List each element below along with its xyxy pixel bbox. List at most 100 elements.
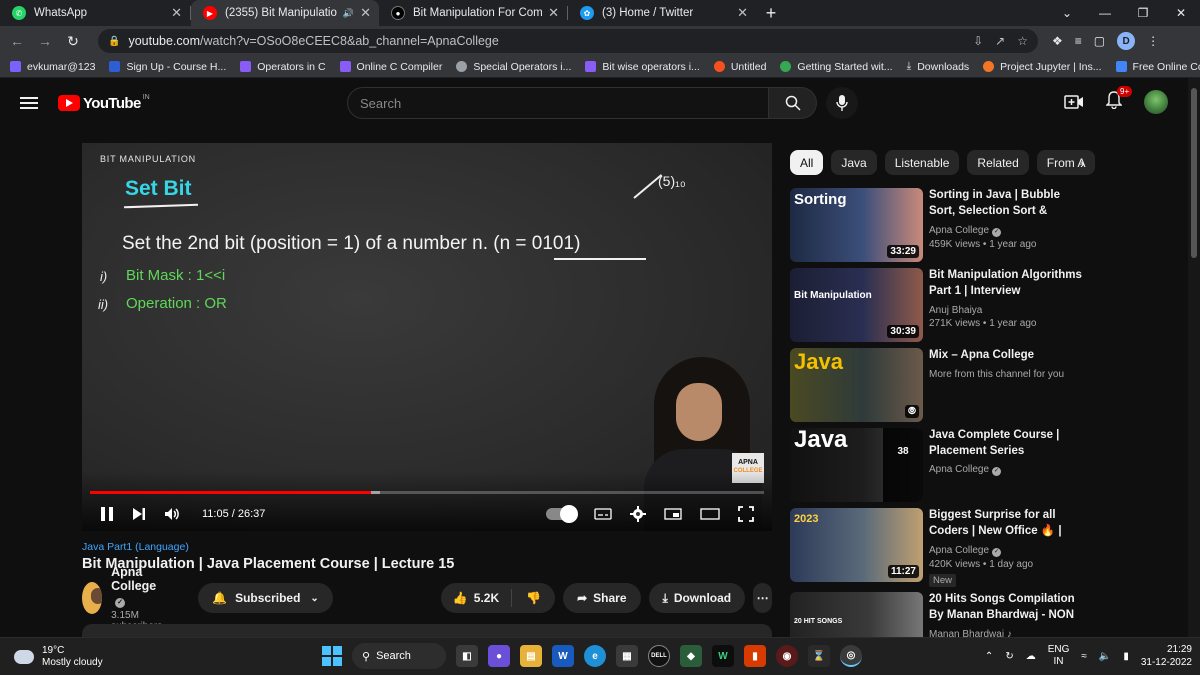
- pause-button[interactable]: [100, 506, 114, 522]
- share-icon[interactable]: ↗: [995, 34, 1005, 48]
- scrollbar-thumb[interactable]: [1191, 88, 1197, 258]
- bookmark-item[interactable]: ⤓ Downloads: [907, 60, 970, 73]
- rec-title[interactable]: 20 Hits Songs Compilation By Manan Bhard…: [929, 592, 1089, 624]
- video-thumbnail[interactable]: Java ⦾: [790, 348, 923, 422]
- tab-search-icon[interactable]: ⌄: [1048, 6, 1086, 20]
- account-avatar[interactable]: [1144, 90, 1168, 114]
- recommendation-item[interactable]: 2023 11:27 Biggest Surprise for all Code…: [790, 508, 1180, 592]
- bookmark-item[interactable]: Untitled: [713, 61, 766, 73]
- wifi-icon[interactable]: ≈: [1081, 651, 1087, 662]
- rec-title[interactable]: Bit Manipulation Algorithms Part 1 | Int…: [929, 268, 1089, 300]
- dell-icon[interactable]: DELL: [648, 645, 670, 667]
- video-thumbnail[interactable]: 2023 11:27: [790, 508, 923, 582]
- dislike-button[interactable]: 👎: [512, 591, 555, 605]
- rec-title[interactable]: Biggest Surprise for all Coders | New Of…: [929, 508, 1089, 540]
- close-icon[interactable]: ✕: [360, 5, 371, 21]
- video-thumbnail[interactable]: Java 38: [790, 428, 923, 502]
- install-icon[interactable]: ⇩: [973, 34, 983, 48]
- autoplay-toggle[interactable]: [546, 505, 578, 523]
- sync-icon[interactable]: ↻: [1005, 651, 1013, 662]
- recommendation-item[interactable]: Java ⦾ Mix – Apna College More from this…: [790, 348, 1180, 428]
- office-icon[interactable]: ▮: [744, 645, 766, 667]
- create-video-icon[interactable]: [1064, 94, 1084, 110]
- side-panel-icon[interactable]: ▢: [1094, 34, 1105, 48]
- share-button[interactable]: ➦ Share: [563, 583, 641, 613]
- bookmark-item[interactable]: Bit wise operators i...: [585, 61, 700, 73]
- rec-title[interactable]: Mix – Apna College: [929, 348, 1089, 364]
- speaker-icon[interactable]: 🔈: [1099, 651, 1111, 662]
- onedrive-icon[interactable]: ☁: [1026, 651, 1036, 662]
- extensions-icon[interactable]: ❖: [1052, 34, 1063, 48]
- more-actions-button[interactable]: ⋯: [753, 583, 772, 613]
- bookmark-item[interactable]: evkumar@123: [10, 61, 95, 73]
- bookmark-item[interactable]: Project Jupyter | Ins...: [983, 61, 1102, 73]
- bookmark-item[interactable]: Online C Compiler: [339, 61, 442, 73]
- download-button[interactable]: ⤓ Download: [648, 583, 746, 613]
- theater-mode-icon[interactable]: [700, 508, 720, 520]
- speaker-icon[interactable]: 🔊: [343, 8, 354, 19]
- recommendation-item[interactable]: Java 38 Java Complete Course | Placement…: [790, 428, 1180, 508]
- video-player[interactable]: BIT MANIPULATION Set Bit (5)₁₀ Set the 2…: [82, 143, 772, 531]
- word-icon[interactable]: W: [552, 645, 574, 667]
- video-thumbnail[interactable]: Sorting 33:29: [790, 188, 923, 262]
- rec-title[interactable]: Sorting in Java | Bubble Sort, Selection…: [929, 188, 1089, 220]
- new-tab-button[interactable]: +: [756, 3, 786, 24]
- close-icon[interactable]: ✕: [737, 5, 748, 21]
- search-button[interactable]: [769, 87, 817, 119]
- start-button[interactable]: [322, 646, 342, 666]
- bookmark-star-icon[interactable]: ☆: [1017, 34, 1028, 48]
- chevron-right-icon[interactable]: ›: [1080, 155, 1085, 171]
- volume-button[interactable]: [164, 507, 180, 521]
- media-control-icon[interactable]: ≡: [1075, 34, 1082, 48]
- chip-from-channel[interactable]: From A: [1036, 150, 1095, 175]
- weather-widget[interactable]: 19°C Mostly cloudy: [14, 645, 103, 669]
- miniplayer-icon[interactable]: [664, 508, 682, 520]
- chevron-up-icon[interactable]: ⌃: [985, 651, 993, 662]
- subtitles-icon[interactable]: [594, 508, 612, 520]
- app-icon[interactable]: ◆: [680, 645, 702, 667]
- subscribed-button[interactable]: 🔔 Subscribed ⌄: [198, 583, 333, 613]
- close-icon[interactable]: ✕: [548, 5, 559, 21]
- bookmark-item[interactable]: Getting Started wit...: [780, 61, 893, 73]
- settings-gear-icon[interactable]: [630, 506, 646, 522]
- battery-icon[interactable]: ▮: [1123, 651, 1129, 662]
- rec-channel[interactable]: Apna College ✓: [929, 464, 1089, 476]
- input-language[interactable]: ENG IN: [1048, 644, 1070, 668]
- app-icon[interactable]: ◉: [776, 645, 798, 667]
- recommendation-item[interactable]: Sorting 33:29 Sorting in Java | Bubble S…: [790, 188, 1180, 268]
- menu-icon[interactable]: [20, 94, 38, 112]
- edge-icon[interactable]: e: [584, 645, 606, 667]
- tab-youtube-video[interactable]: ▶ (2355) Bit Manipulation | Jav 🔊 ✕: [191, 0, 379, 26]
- bookmark-item[interactable]: Operators in C: [240, 61, 326, 73]
- store-icon[interactable]: ▦: [616, 645, 638, 667]
- window-close-button[interactable]: ✕: [1162, 6, 1200, 20]
- tab-whatsapp[interactable]: ✆ WhatsApp ✕: [0, 0, 190, 26]
- minimize-button[interactable]: —: [1086, 6, 1124, 20]
- reload-icon[interactable]: ↻: [62, 33, 84, 50]
- chip-listenable[interactable]: Listenable: [884, 150, 960, 175]
- url-bar[interactable]: 🔒 youtube.com/watch?v=OSoO8eCEEC8&ab_cha…: [98, 29, 1038, 53]
- browser-menu-icon[interactable]: ⋮: [1147, 34, 1159, 48]
- channel-avatar[interactable]: [82, 582, 103, 614]
- close-icon[interactable]: ✕: [171, 5, 182, 21]
- clock[interactable]: 21:29 31-12-2022: [1141, 643, 1192, 669]
- rec-title[interactable]: Java Complete Course | Placement Series: [929, 428, 1089, 459]
- rec-channel[interactable]: Apna College ✓: [929, 545, 1089, 557]
- search-input[interactable]: [347, 87, 769, 119]
- back-icon[interactable]: ←: [6, 33, 28, 49]
- recommendation-item[interactable]: Bit Manipulation 30:39 Bit Manipulation …: [790, 268, 1180, 348]
- file-explorer-icon[interactable]: ▤: [520, 645, 542, 667]
- hourglass-icon[interactable]: ⌛: [808, 645, 830, 667]
- video-progress-bar[interactable]: [90, 491, 764, 494]
- notifications-button[interactable]: 9+: [1105, 85, 1133, 114]
- chrome-icon[interactable]: ◎: [840, 645, 862, 667]
- video-thumbnail[interactable]: Bit Manipulation 30:39: [790, 268, 923, 342]
- wps-icon[interactable]: W: [712, 645, 734, 667]
- chip-related[interactable]: Related: [967, 150, 1029, 175]
- channel-name[interactable]: Apna College✓: [111, 565, 170, 608]
- task-view-icon[interactable]: ◧: [456, 645, 478, 667]
- youtube-logo[interactable]: YouTube IN: [58, 94, 150, 112]
- bookmark-item[interactable]: Free Online Course...: [1115, 61, 1200, 73]
- tab-bit-manipulation-article[interactable]: ● Bit Manipulation For Competitive ✕: [379, 0, 567, 26]
- chip-java[interactable]: Java: [831, 150, 877, 175]
